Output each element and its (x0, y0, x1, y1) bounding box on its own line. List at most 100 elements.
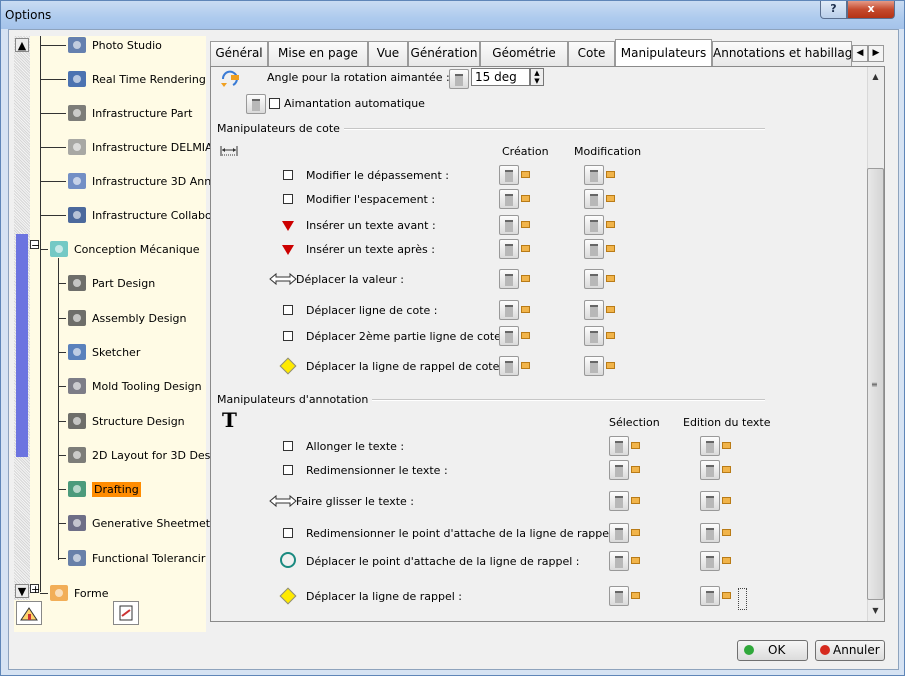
tree-item-15[interactable]: Functional Tolerancir (66, 544, 205, 572)
tree-item-10[interactable]: Mold Tooling Design (66, 372, 202, 400)
dim-row-6-creation-lock-button[interactable] (499, 326, 519, 346)
tree-item-5[interactable]: Infrastructure Collabo (66, 201, 212, 229)
panel-scroll-down-arrow[interactable]: ▼ (867, 603, 884, 620)
ann-row-4-selection-color-icon[interactable] (631, 557, 640, 564)
tab-scroll-left-arrow[interactable]: ◀ (852, 45, 868, 62)
ann-row-3-edit-lock-button[interactable] (700, 523, 720, 543)
dim-row-0-modification-color-icon[interactable] (606, 171, 615, 178)
dim-row-7-creation-lock-button[interactable] (499, 356, 519, 376)
ann-row-0-selection-color-icon[interactable] (631, 442, 640, 449)
dim-row-5-modification-color-icon[interactable] (606, 306, 615, 313)
ann-row-4-selection-lock-button[interactable] (609, 551, 629, 571)
tree-item-9[interactable]: Sketcher (66, 338, 140, 366)
tab-6[interactable]: Manipulateurs (615, 39, 712, 66)
tree-item-11[interactable]: Structure Design (66, 407, 185, 435)
ann-row-1-edit-lock-button[interactable] (700, 460, 720, 480)
ann-row-1-selection-lock-button[interactable] (609, 460, 629, 480)
dim-row-3-modification-lock-button[interactable] (584, 239, 604, 259)
ann-row-4-edit-color-icon[interactable] (722, 557, 731, 564)
tree-item-7[interactable]: Part Design (66, 269, 155, 297)
ann-row-1-selection-color-icon[interactable] (631, 466, 640, 473)
expand-icon[interactable]: + (30, 584, 40, 595)
dim-row-3-creation-color-icon[interactable] (521, 245, 530, 252)
dim-row-4-creation-color-icon[interactable] (521, 275, 530, 282)
angle-input[interactable]: 15 deg (471, 68, 530, 86)
dim-row-5-creation-color-icon[interactable] (521, 306, 530, 313)
tree-item-14[interactable]: Generative Sheetmeta (66, 509, 217, 537)
tab-1[interactable]: Mise en page (268, 41, 368, 66)
ann-row-4-edit-lock-button[interactable] (700, 551, 720, 571)
ann-row-0-selection-lock-button[interactable] (609, 436, 629, 456)
dim-row-5-creation-lock-button[interactable] (499, 300, 519, 320)
ann-row-2-selection-color-icon[interactable] (631, 497, 640, 504)
help-button[interactable]: ? (820, 1, 847, 19)
tree-home-icon[interactable] (16, 601, 42, 625)
tab-0[interactable]: Général (210, 41, 268, 66)
tree-item-0[interactable]: Photo Studio (66, 31, 162, 59)
tab-4[interactable]: Géométrie (480, 41, 568, 66)
dim-row-4-creation-lock-button[interactable] (499, 269, 519, 289)
dim-row-2-modification-color-icon[interactable] (606, 221, 615, 228)
tree-settings-icon[interactable] (113, 601, 139, 625)
angle-lock-button[interactable] (449, 69, 469, 89)
ann-row-5-selection-lock-button[interactable] (609, 586, 629, 606)
dim-row-2-modification-lock-button[interactable] (584, 215, 604, 235)
tab-2[interactable]: Vue (368, 41, 408, 66)
tree-item-3[interactable]: Infrastructure DELMIA (66, 133, 213, 161)
dim-row-7-modification-lock-button[interactable] (584, 356, 604, 376)
tab-7[interactable]: Annotations et habillage (712, 41, 852, 66)
tree-item-13[interactable]: Drafting (66, 475, 141, 503)
panel-scroll-up-arrow[interactable]: ▲ (867, 69, 884, 86)
tree-item-6[interactable]: Conception Mécanique (48, 235, 200, 263)
angle-spinner[interactable]: ▲ ▼ (530, 68, 544, 86)
close-button[interactable]: x (847, 1, 895, 19)
dim-row-6-modification-color-icon[interactable] (606, 332, 615, 339)
ann-row-2-edit-color-icon[interactable] (722, 497, 731, 504)
ok-button[interactable]: OK (737, 640, 808, 661)
dim-row-4-modification-lock-button[interactable] (584, 269, 604, 289)
dim-row-0-creation-color-icon[interactable] (521, 171, 530, 178)
tree-item-2[interactable]: Infrastructure Part (66, 99, 192, 127)
dim-row-6-modification-lock-button[interactable] (584, 326, 604, 346)
auto-snap-lock-button[interactable] (246, 94, 266, 114)
tree-item-16[interactable]: Forme (48, 579, 108, 607)
ann-row-0-edit-color-icon[interactable] (722, 442, 731, 449)
dim-row-2-creation-lock-button[interactable] (499, 215, 519, 235)
dim-row-7-modification-color-icon[interactable] (606, 362, 615, 369)
ann-row-5-selection-color-icon[interactable] (631, 592, 640, 599)
ann-row-2-selection-lock-button[interactable] (609, 491, 629, 511)
ann-row-3-edit-color-icon[interactable] (722, 529, 731, 536)
ann-row-5-edit-lock-button[interactable] (700, 586, 720, 606)
tree-scroll-thumb[interactable] (16, 234, 28, 457)
ann-row-5-edit-color-icon[interactable] (722, 592, 731, 599)
collapse-icon[interactable]: − (30, 240, 40, 251)
tree-item-1[interactable]: Real Time Rendering (66, 65, 206, 93)
dim-row-2-creation-color-icon[interactable] (521, 221, 530, 228)
ann-row-3-selection-color-icon[interactable] (631, 529, 640, 536)
auto-snap-checkbox[interactable] (269, 98, 280, 109)
tree-item-4[interactable]: Infrastructure 3D Ann (66, 167, 211, 195)
dim-row-6-creation-color-icon[interactable] (521, 332, 530, 339)
ann-row-1-edit-color-icon[interactable] (722, 466, 731, 473)
tree-item-12[interactable]: 2D Layout for 3D Des (66, 441, 210, 469)
dim-row-1-modification-lock-button[interactable] (584, 189, 604, 209)
tab-3[interactable]: Génération (408, 41, 480, 66)
tree-item-8[interactable]: Assembly Design (66, 304, 187, 332)
dim-row-5-modification-lock-button[interactable] (584, 300, 604, 320)
dim-row-3-modification-color-icon[interactable] (606, 245, 615, 252)
dim-row-0-creation-lock-button[interactable] (499, 165, 519, 185)
dim-row-1-modification-color-icon[interactable] (606, 195, 615, 202)
dim-row-0-modification-lock-button[interactable] (584, 165, 604, 185)
cancel-button[interactable]: Annuler (815, 640, 885, 661)
ann-row-3-selection-lock-button[interactable] (609, 523, 629, 543)
tab-scroll-right-arrow[interactable]: ▶ (868, 45, 884, 62)
dim-row-1-creation-lock-button[interactable] (499, 189, 519, 209)
ann-row-0-edit-lock-button[interactable] (700, 436, 720, 456)
dim-row-7-creation-color-icon[interactable] (521, 362, 530, 369)
dim-row-4-modification-color-icon[interactable] (606, 275, 615, 282)
dim-row-1-creation-color-icon[interactable] (521, 195, 530, 202)
tree-scroll-down-arrow[interactable]: ▼ (15, 584, 29, 598)
dim-row-3-creation-lock-button[interactable] (499, 239, 519, 259)
tab-5[interactable]: Cote (568, 41, 615, 66)
tree-scroll-up-arrow[interactable]: ▲ (15, 38, 29, 52)
